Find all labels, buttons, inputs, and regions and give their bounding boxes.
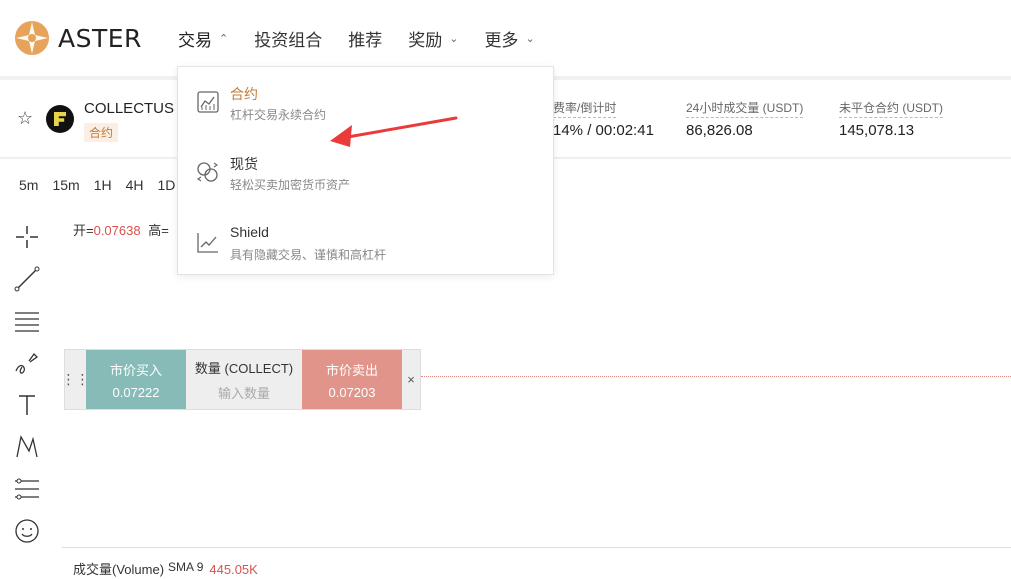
crosshair-icon [16, 226, 38, 248]
brand-name: ASTER [58, 23, 142, 53]
favorite-star-icon[interactable]: ☆ [17, 108, 33, 129]
pattern-icon [16, 435, 38, 458]
timeframe-4h[interactable]: 4H [126, 177, 144, 193]
futures-chart-icon [197, 91, 219, 113]
emoji-tool[interactable] [12, 516, 42, 546]
volume-24h-value: 86,826.08 [686, 122, 753, 139]
timeframe-1h[interactable]: 1H [94, 177, 112, 193]
nav-portfolio-label: 投资组合 [254, 31, 323, 51]
menu-item-spot[interactable]: 现货 轻松买卖加密货币资产 [178, 152, 553, 212]
menu-item-shield-title: Shield [230, 224, 269, 240]
nav-rewards-label: 奖励 [408, 31, 443, 51]
trendline-icon [14, 266, 40, 292]
timeframe-1d[interactable]: 1D [158, 177, 176, 193]
menu-item-spot-title: 现货 [230, 156, 258, 172]
text-tool[interactable] [12, 390, 42, 420]
crosshair-tool[interactable] [12, 222, 42, 252]
brush-icon [15, 352, 39, 374]
open-value: 0.07638 [93, 223, 141, 238]
horizontal-lines-icon [15, 312, 39, 332]
volume-24h-label: 24小时成交量 (USDT) [686, 99, 804, 118]
buy-price: 0.07222 [112, 384, 160, 400]
timeframe-selector: 5m 15m 1H 4H 1D [19, 177, 189, 193]
market-sell-button[interactable]: 市价卖出 0.07203 [302, 350, 402, 409]
quantity-label: 数量 (COLLECT) [194, 360, 294, 376]
market-buy-button[interactable]: 市价买入 0.07222 [86, 350, 186, 409]
open-interest-label: 未平仓合约 (USDT) [839, 99, 943, 118]
volume-value: 445.05K [209, 562, 258, 577]
menu-item-futures-title: 合约 [230, 86, 258, 102]
menu-item-shield[interactable]: Shield 具有隐藏交易、谨慎和高杠杆 [178, 222, 553, 282]
timeframe-5m[interactable]: 5m [19, 177, 38, 193]
pair-name[interactable]: COLLECTUS [84, 100, 174, 117]
nav-trade-label: 交易 [178, 31, 212, 51]
annotation-arrow-icon [330, 116, 458, 147]
pair-type-badge: 合约 [84, 123, 119, 142]
volume-pane-divider [62, 547, 1011, 548]
sell-label: 市价卖出 [325, 362, 378, 378]
quantity-placeholder: 输入数量 [217, 385, 270, 401]
chevron-up-icon: ⌃ [219, 32, 229, 45]
spot-coins-icon [197, 162, 218, 182]
nav-more-label: 更多 [484, 31, 519, 51]
open-interest-value: 145,078.13 [839, 122, 915, 139]
trade-dropdown-menu: 合约 杠杆交易永续合约 现货 轻松买卖加密货币资产 Shield 具有隐藏交易、… [177, 66, 554, 275]
funding-label: 费率/倒计时 [553, 99, 617, 118]
nav-referral-label: 推荐 [348, 31, 383, 51]
sma-label: SMA 9 [168, 560, 204, 574]
high-label: 高= [148, 223, 169, 238]
chevron-down-icon: ⌄ [449, 32, 459, 45]
nav-more[interactable]: 更多 ⌄ [484, 26, 534, 51]
quantity-input[interactable]: 数量 (COLLECT) 输入数量 [186, 350, 302, 409]
menu-item-spot-sub: 轻松买卖加密货币资产 [230, 178, 351, 192]
main-nav: 交易 ⌃ 投资组合 推荐 奖励 ⌄ 更多 ⌄ [178, 26, 561, 51]
nav-trade[interactable]: 交易 ⌃ [178, 26, 228, 51]
measure-tool[interactable] [12, 474, 42, 504]
volume-readout: 成交量(Volume) SMA 9 445.05K [73, 559, 258, 578]
nav-rewards[interactable]: 奖励 ⌄ [408, 26, 458, 51]
measure-icon [15, 478, 39, 500]
timeframe-15m[interactable]: 15m [52, 177, 79, 193]
fib-tool[interactable] [12, 306, 42, 336]
price-line [421, 376, 1011, 377]
close-icon[interactable]: × [402, 350, 420, 409]
brand-logo[interactable]: ASTER [14, 20, 142, 56]
shield-chart-icon [197, 233, 218, 253]
smiley-icon [15, 519, 39, 543]
buy-label: 市价买入 [109, 362, 162, 378]
ohlc-readout: 开=0.07638 高= [73, 220, 169, 239]
quick-order-widget: ⋮⋮ 市价买入 0.07222 数量 (COLLECT) 输入数量 市价卖出 0… [62, 349, 421, 410]
nav-portfolio[interactable]: 投资组合 [254, 26, 322, 51]
top-header: ASTER 交易 ⌃ 投资组合 推荐 奖励 ⌄ 更多 ⌄ [0, 0, 1011, 76]
sell-price: 0.07203 [328, 384, 376, 400]
drawing-toolbar [12, 222, 44, 558]
drag-handle-icon[interactable]: ⋮⋮ [62, 350, 90, 409]
menu-item-shield-sub: 具有隐藏交易、谨慎和高杠杆 [230, 248, 387, 262]
volume-label: 成交量(Volume) [73, 562, 165, 577]
text-icon [19, 395, 35, 415]
open-label: 开= [73, 223, 94, 238]
nav-referral[interactable]: 推荐 [348, 26, 382, 51]
chevron-down-icon: ⌄ [525, 32, 535, 45]
menu-item-futures-sub: 杠杆交易永续合约 [230, 108, 327, 122]
coin-icon [46, 105, 74, 133]
aster-logo-icon [15, 21, 49, 55]
funding-value: 14% / 00:02:41 [553, 122, 654, 139]
pattern-tool[interactable] [12, 432, 42, 462]
trendline-tool[interactable] [12, 264, 42, 294]
brush-tool[interactable] [12, 348, 42, 378]
